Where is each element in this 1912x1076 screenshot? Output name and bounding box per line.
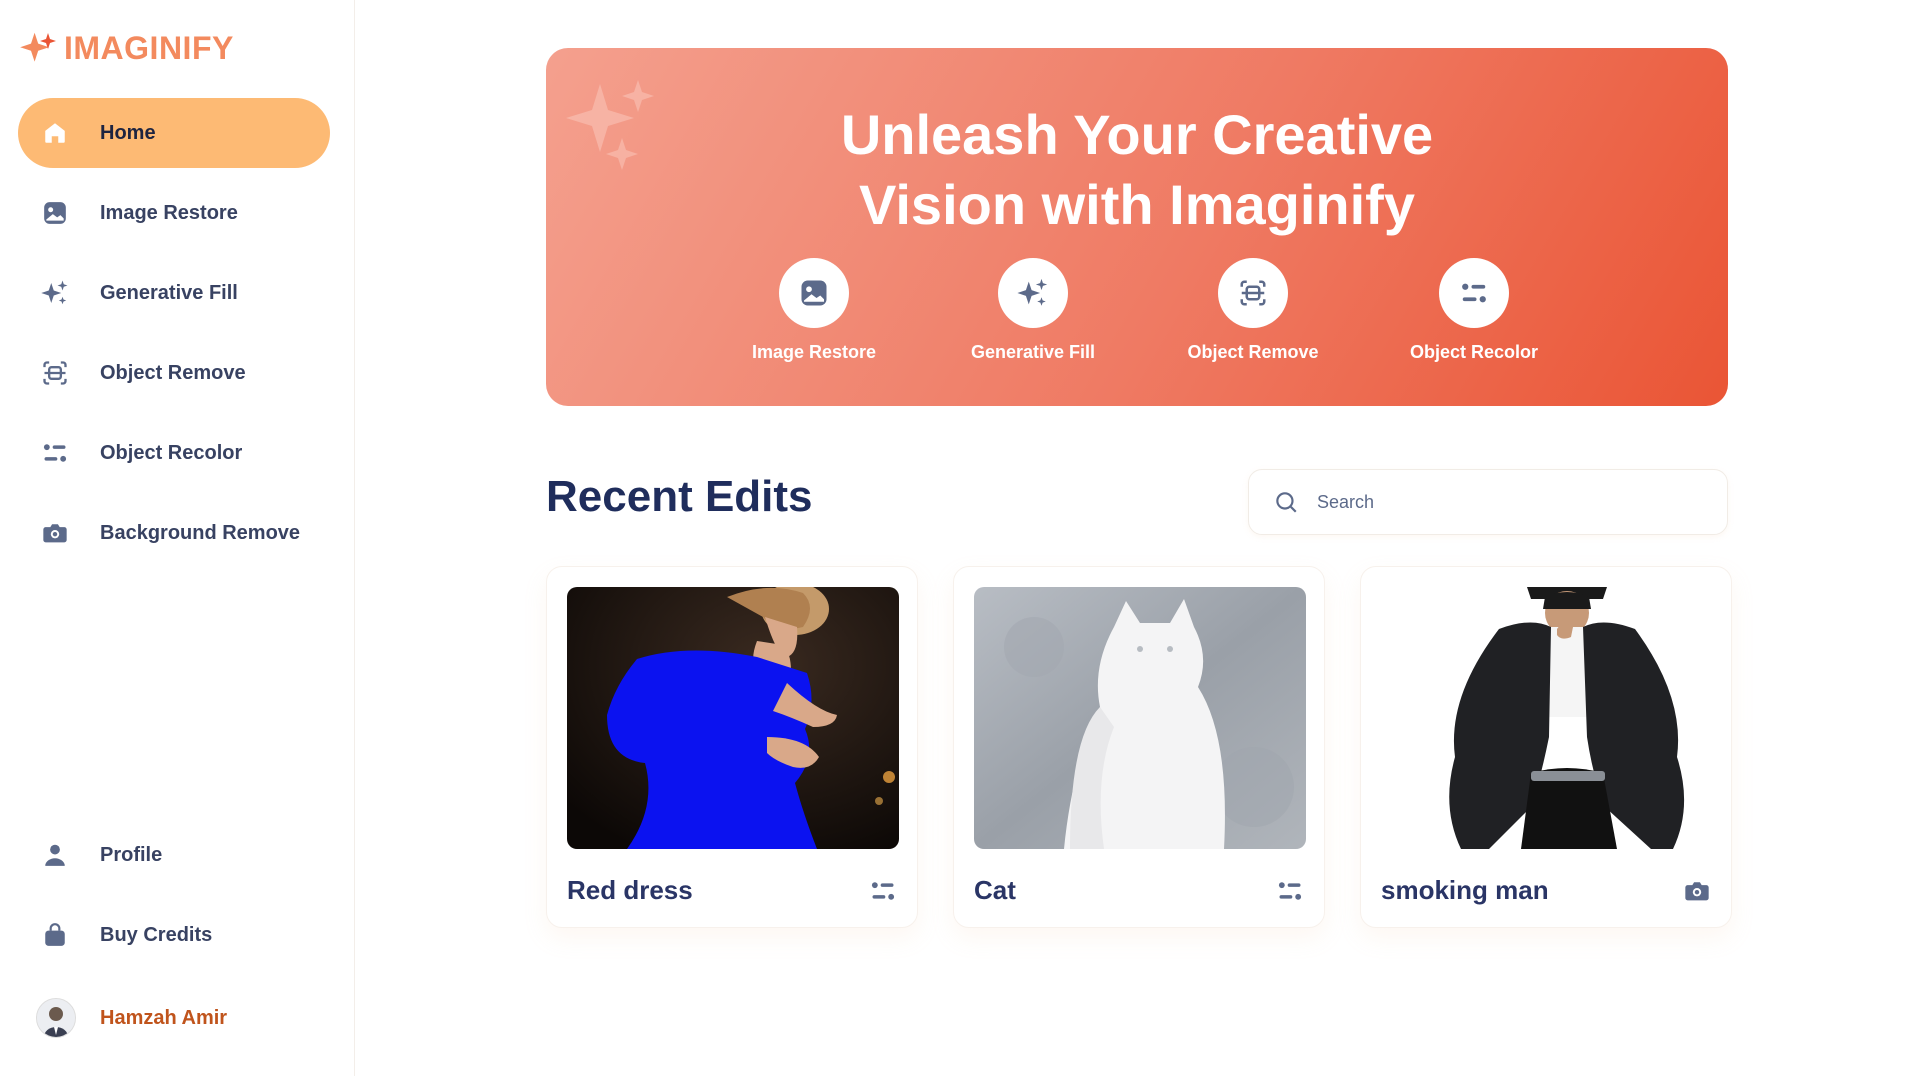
sidebar-item-label: Object Recolor: [100, 441, 243, 464]
image-icon: [40, 198, 70, 228]
quick-action-button[interactable]: [998, 258, 1068, 328]
hero-title: Unleash Your Creative Vision with Imagin…: [840, 103, 1434, 236]
quick-action-label: Object Recolor: [1409, 342, 1539, 362]
camera-icon: [40, 518, 70, 548]
quick-action-object-recolor[interactable]: Object Recolor: [1394, 258, 1554, 363]
user-icon: [40, 840, 70, 870]
sidebar-item-generative-fill[interactable]: Generative Fill: [18, 258, 330, 328]
camera-icon: [1683, 877, 1711, 910]
quick-action-button[interactable]: [779, 258, 849, 328]
user-profile[interactable]: Hamzah Amir: [36, 998, 227, 1038]
quick-action-label: Object Remove: [1187, 342, 1319, 362]
card-thumbnail[interactable]: [974, 587, 1306, 849]
avatar[interactable]: [36, 998, 76, 1038]
quick-action-button[interactable]: [1439, 258, 1509, 328]
sidebar-item-home[interactable]: Home: [18, 98, 330, 168]
sidebar-item-image-restore[interactable]: Image Restore: [18, 178, 330, 248]
filter-icon: [40, 438, 70, 468]
sidebar-item-label: Home: [100, 121, 156, 144]
recent-edit-card[interactable]: smoking man: [1360, 566, 1732, 928]
home-icon: [40, 118, 70, 148]
quick-action-generative-fill[interactable]: Generative Fill: [953, 258, 1113, 363]
sidebar-item-background-remove[interactable]: Background Remove: [18, 498, 330, 568]
recent-edit-card[interactable]: Cat: [953, 566, 1325, 928]
sidebar-item-label: Image Restore: [100, 201, 238, 224]
section-title: Recent Edits: [546, 472, 813, 521]
search-box[interactable]: [1248, 469, 1728, 535]
search-input[interactable]: [1315, 490, 1699, 514]
sidebar-item-label: Background Remove: [100, 521, 301, 544]
bag-icon: [40, 920, 70, 950]
sidebar-bottom-nav: Profile Buy Credits: [18, 820, 330, 980]
scan-icon: [1240, 280, 1266, 306]
image-icon: [801, 280, 827, 306]
recent-edit-card[interactable]: Red dress: [546, 566, 918, 928]
hero-banner: Unleash Your Creative Vision with Imagin…: [546, 48, 1728, 406]
stars-icon: [1017, 278, 1048, 306]
card-thumbnail[interactable]: [567, 587, 899, 849]
sidebar-nav: Home Image Restore Generative Fill Objec…: [18, 98, 330, 578]
card-title: Cat: [974, 875, 1016, 905]
filter-icon: [869, 877, 897, 910]
card-thumbnail[interactable]: [1381, 587, 1713, 849]
sidebar-item-label: Object Remove: [100, 361, 246, 384]
quick-action-label: Image Restore: [751, 342, 877, 362]
search-icon: [1276, 492, 1297, 513]
sidebar-item-label: Profile: [100, 843, 163, 866]
filter-icon: [1462, 283, 1486, 303]
quick-action-label: Generative Fill: [970, 342, 1096, 362]
sidebar-item-object-recolor[interactable]: Object Recolor: [18, 418, 330, 488]
sidebar-item-profile[interactable]: Profile: [18, 820, 330, 890]
sidebar-item-object-remove[interactable]: Object Remove: [18, 338, 330, 408]
sidebar-item-label: Buy Credits: [100, 923, 213, 946]
scan-icon: [40, 358, 70, 388]
logo-icon: [20, 32, 56, 62]
quick-action-object-remove[interactable]: Object Remove: [1173, 258, 1333, 363]
sidebar-item-buy-credits[interactable]: Buy Credits: [18, 900, 330, 970]
quick-action-image-restore[interactable]: Image Restore: [734, 258, 894, 363]
card-title: Red dress: [567, 875, 693, 905]
logo-text: IMAGINIFY: [64, 30, 234, 66]
card-title: smoking man: [1381, 875, 1549, 905]
filter-icon: [1276, 877, 1304, 910]
quick-action-button[interactable]: [1218, 258, 1288, 328]
stars-icon: [40, 278, 70, 308]
sidebar: IMAGINIFY Home Image Restore Generative …: [0, 0, 355, 1076]
logo[interactable]: IMAGINIFY: [18, 30, 234, 67]
sidebar-item-label: Generative Fill: [100, 281, 238, 304]
user-name: Hamzah Amir: [100, 1006, 228, 1029]
